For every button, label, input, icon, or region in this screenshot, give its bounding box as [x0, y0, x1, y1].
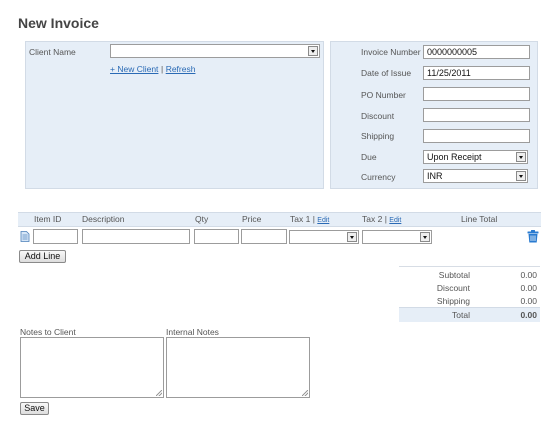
- due-select[interactable]: Upon Receipt: [423, 150, 528, 164]
- document-icon[interactable]: [20, 231, 30, 242]
- client-name-select[interactable]: [110, 44, 320, 58]
- client-actions: + New Client | Refresh: [110, 64, 195, 74]
- totals-shipping-value: 0.00: [520, 296, 537, 306]
- total-label: Total: [452, 310, 470, 320]
- client-actions-separator: |: [160, 64, 164, 74]
- discount-label: Discount: [361, 111, 395, 121]
- save-button[interactable]: Save: [20, 402, 49, 415]
- col-line-total: Line Total: [461, 214, 498, 224]
- refresh-link[interactable]: Refresh: [166, 64, 196, 74]
- date-of-issue-label: Date of Issue: [361, 68, 412, 78]
- po-number-input[interactable]: [423, 87, 530, 101]
- resize-grip-icon[interactable]: [302, 390, 308, 396]
- total-value: 0.00: [520, 310, 537, 320]
- col-tax1-label: Tax 1: [290, 214, 311, 224]
- col-tax1-sep: |: [312, 214, 315, 224]
- notes-to-client-label: Notes to Client: [20, 327, 76, 337]
- invoice-number-label: Invoice Number: [361, 47, 421, 57]
- totals-discount-value: 0.00: [520, 283, 537, 293]
- col-price: Price: [242, 214, 262, 224]
- due-label: Due: [361, 152, 377, 162]
- client-name-label: Client Name: [29, 47, 76, 57]
- col-qty: Qty: [195, 214, 209, 224]
- item-id-input[interactable]: [33, 229, 78, 244]
- col-description: Description: [82, 214, 125, 224]
- internal-notes-label: Internal Notes: [166, 327, 219, 337]
- currency-select[interactable]: INR: [423, 169, 528, 183]
- notes-to-client-textarea[interactable]: [20, 337, 164, 398]
- resize-grip-icon[interactable]: [156, 390, 162, 396]
- chevron-down-icon: [516, 152, 526, 162]
- chevron-down-icon: [347, 232, 357, 242]
- totals-shipping-label: Shipping: [436, 296, 470, 306]
- col-tax2-sep: |: [384, 214, 387, 224]
- chevron-down-icon: [308, 46, 318, 56]
- date-of-issue-input[interactable]: 11/25/2011: [423, 66, 530, 80]
- tax2-select[interactable]: [362, 230, 432, 244]
- col-tax2: Tax 2 | Edit: [362, 214, 401, 224]
- currency-label: Currency: [361, 172, 396, 182]
- po-number-label: PO Number: [361, 90, 406, 100]
- price-input[interactable]: [241, 229, 287, 244]
- invoice-number-input[interactable]: 0000000005: [423, 45, 530, 59]
- discount-input[interactable]: [423, 108, 530, 122]
- tax1-select[interactable]: [289, 230, 359, 244]
- add-line-button[interactable]: Add Line: [19, 250, 66, 263]
- internal-notes-textarea[interactable]: [166, 337, 310, 398]
- page-title: New Invoice: [18, 15, 99, 31]
- subtotal-label: Subtotal: [438, 270, 470, 280]
- tax1-edit-link[interactable]: Edit: [317, 217, 329, 224]
- shipping-label: Shipping: [361, 131, 395, 141]
- shipping-input[interactable]: [423, 129, 530, 143]
- col-tax1: Tax 1 | Edit: [290, 214, 329, 224]
- trash-icon[interactable]: [527, 230, 539, 243]
- chevron-down-icon: [420, 232, 430, 242]
- tax2-edit-link[interactable]: Edit: [389, 217, 401, 224]
- totals-divider: [399, 266, 540, 267]
- description-input[interactable]: [82, 229, 190, 244]
- chevron-down-icon: [516, 171, 526, 181]
- subtotal-value: 0.00: [520, 270, 537, 280]
- col-item-id: Item ID: [34, 214, 62, 224]
- totals-discount-label: Discount: [436, 283, 470, 293]
- col-tax2-label: Tax 2: [362, 214, 383, 224]
- new-client-link[interactable]: + New Client: [110, 64, 158, 74]
- qty-input[interactable]: [194, 229, 239, 244]
